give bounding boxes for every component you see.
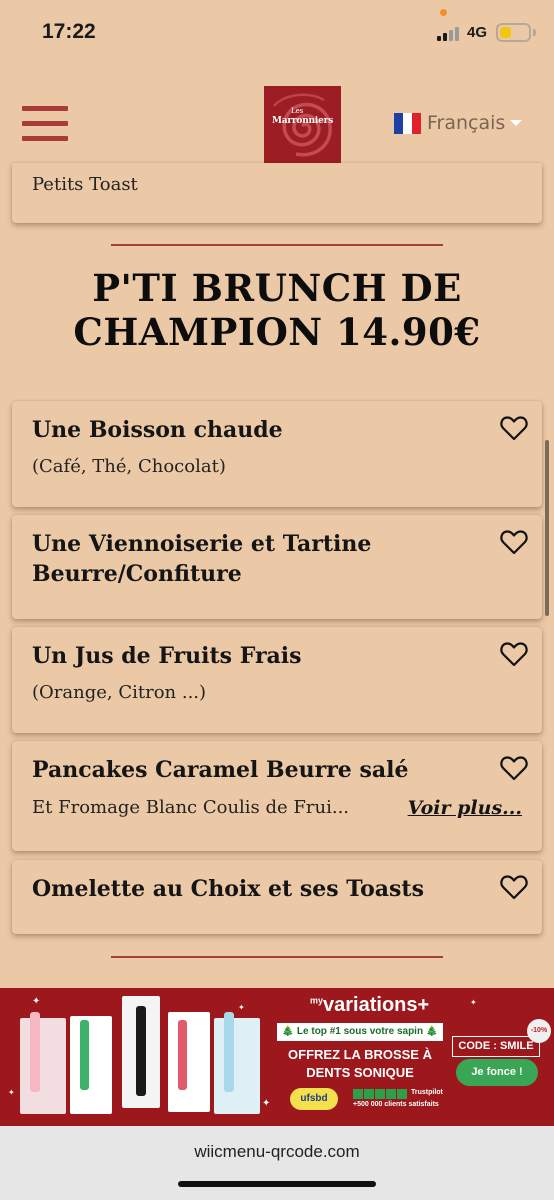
menu-item-card[interactable]: Une Viennoiserie et Tartine Beurre/Confi… <box>12 515 542 619</box>
logo-small-text: Les <box>291 107 304 115</box>
trustpilot-stars-icon: Trustpilot <box>353 1089 448 1099</box>
section-title-line: CHAMPION 14.90€ <box>73 310 481 354</box>
heart-outline-icon[interactable] <box>500 874 528 900</box>
status-bar: 17:22 4G <box>0 0 554 66</box>
section-title: P'TI BRUNCH DE CHAMPION 14.90€ <box>0 266 554 354</box>
ad-tagline: 🎄 Le top #1 sous votre sapin 🎄 <box>277 1023 443 1041</box>
restaurant-logo[interactable]: Les Marronniers <box>264 86 341 163</box>
privacy-indicator-icon <box>440 9 447 16</box>
menu-item-title: Un Jus de Fruits Frais <box>32 643 302 669</box>
trustpilot-label: Trustpilot <box>411 1089 443 1096</box>
hamburger-menu-icon[interactable] <box>22 106 68 142</box>
menu-item-title: Pancakes Caramel Beurre salé <box>32 757 409 783</box>
scrollbar[interactable] <box>545 440 549 616</box>
language-selector[interactable]: Français <box>394 110 523 136</box>
ad-brand-prefix: my <box>310 995 324 1006</box>
sparkle-icon: ✦ <box>470 998 477 1007</box>
sparkle-icon: ✦ <box>238 1003 245 1012</box>
sparkle-icon: ✦ <box>32 996 41 1007</box>
heart-outline-icon[interactable] <box>500 529 528 555</box>
menu-item-card[interactable]: Un Jus de Fruits Frais (Orange, Citron .… <box>12 627 542 733</box>
home-indicator[interactable] <box>178 1181 376 1187</box>
ad-promo-code: CODE : SMILE <box>452 1036 540 1057</box>
menu-item-description: (Orange, Citron ...) <box>32 682 207 703</box>
advertisement-banner[interactable]: ✦ ✦ ✦ ✦ ✦ myvariations+ 🎄 Le top #1 sous… <box>0 988 554 1126</box>
menu-item-description: Petits Toast <box>32 174 138 195</box>
battery-cap <box>533 29 536 36</box>
trustpilot-rating: Trustpilot +500 000 clients satisfaits <box>353 1089 448 1108</box>
ad-brand-name: variations <box>323 994 418 1016</box>
section-divider <box>111 956 443 958</box>
network-label: 4G <box>467 24 488 41</box>
toothbrush-product-green <box>70 1016 112 1114</box>
ad-brand: myvariations+ <box>310 994 430 1016</box>
ad-tagline-text: Le top #1 sous votre sapin <box>296 1026 424 1037</box>
sparkle-icon: ✦ <box>8 1088 15 1097</box>
ad-offer-line: OFFREZ LA BROSSE À <box>288 1047 432 1062</box>
logo-text: Marronniers <box>271 116 334 126</box>
toothbrush-product-black <box>122 996 160 1108</box>
chevron-down-icon <box>510 120 523 126</box>
section-divider <box>111 244 443 246</box>
app-header: Les Marronniers Français <box>0 66 554 166</box>
toothbrush-product-blue <box>214 1012 260 1114</box>
heart-outline-icon[interactable] <box>500 755 528 781</box>
toothbrush-product-red <box>168 1012 210 1112</box>
menu-item-card-previous[interactable]: Petits Toast <box>12 163 542 223</box>
url-text: wiicmenu-qrcode.com <box>194 1142 360 1161</box>
toothbrush-product-pink <box>20 1012 66 1114</box>
menu-item-title: Omelette au Choix et ses Toasts <box>32 876 424 902</box>
battery-level <box>500 27 511 38</box>
section-title-line: P'TI BRUNCH DE <box>92 266 462 310</box>
ad-discount-badge: -10% <box>527 1019 551 1043</box>
status-time: 17:22 <box>42 20 96 43</box>
browser-url-bar[interactable]: wiicmenu-qrcode.com <box>0 1126 554 1200</box>
see-more-link[interactable]: Voir plus... <box>408 797 522 819</box>
ad-offer-line: DENTS SONIQUE <box>306 1065 414 1080</box>
ad-offer: OFFREZ LA BROSSE À DENTS SONIQUE <box>270 1046 450 1082</box>
heart-outline-icon[interactable] <box>500 415 528 441</box>
language-label: Français <box>427 112 506 134</box>
heart-outline-icon[interactable] <box>500 641 528 667</box>
menu-item-description: (Café, Thé, Chocolat) <box>32 456 226 477</box>
ufsbd-logo: ufsbd <box>290 1088 338 1110</box>
sparkle-icon: ✦ <box>262 1098 271 1109</box>
cellular-signal-icon <box>437 25 463 41</box>
battery-icon <box>496 23 531 42</box>
ad-cta-button[interactable]: Je fonce ! <box>456 1059 538 1086</box>
menu-item-title: Une Viennoiserie et Tartine Beurre/Confi… <box>32 531 372 587</box>
menu-item-description: Et Fromage Blanc Coulis de Frui... <box>32 797 350 818</box>
menu-item-card[interactable]: Une Boisson chaude (Café, Thé, Chocolat) <box>12 401 542 507</box>
ad-clients-text: +500 000 clients satisfaits <box>353 1101 439 1108</box>
france-flag-icon <box>394 112 421 134</box>
menu-item-card[interactable]: Omelette au Choix et ses Toasts <box>12 860 542 934</box>
menu-item-card[interactable]: Pancakes Caramel Beurre salé Et Fromage … <box>12 741 542 851</box>
menu-item-title: Une Boisson chaude <box>32 417 283 443</box>
